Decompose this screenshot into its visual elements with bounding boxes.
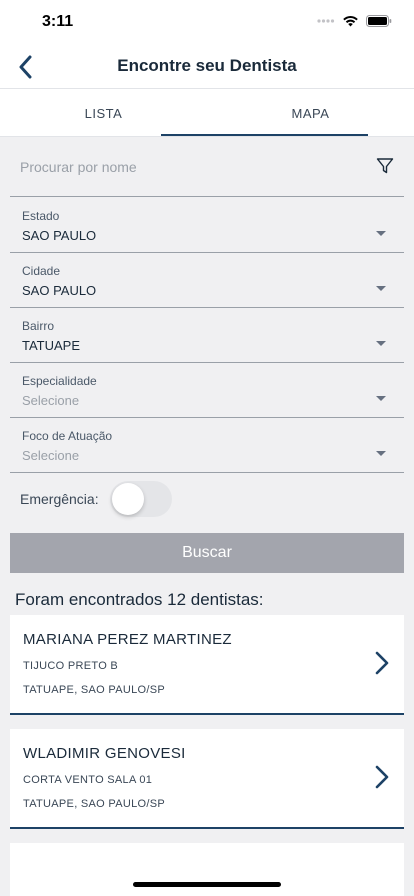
emergency-label: Emergência: xyxy=(20,491,99,507)
tab-mapa[interactable]: MAPA xyxy=(207,89,414,137)
foco-atuacao-select[interactable]: Foco de Atuação Selecione xyxy=(10,418,404,473)
dentist-address: CORTA VENTO SALA 01 xyxy=(23,774,153,786)
dentist-card[interactable]: MARIANA PEREZ MARTINEZ TIJUCO PRETO B TA… xyxy=(10,615,404,715)
status-time: 3:11 xyxy=(42,13,74,30)
bairro-value: TATUAPE xyxy=(22,338,81,353)
dentist-location: TATUAPE, SAO PAULO/SP xyxy=(23,798,166,810)
view-tabs: LISTA MAPA xyxy=(0,88,414,137)
tab-lista[interactable]: LISTA xyxy=(0,89,207,137)
name-search-input[interactable] xyxy=(20,156,360,178)
dentist-card[interactable]: WLADIMIR GENOVESI CORTA VENTO SALA 01 TA… xyxy=(10,729,404,829)
dropdown-arrow-icon xyxy=(376,451,386,456)
emergency-row: Emergência: xyxy=(10,478,404,518)
chevron-right-icon xyxy=(375,651,389,675)
cidade-select[interactable]: Cidade SAO PAULO xyxy=(10,253,404,308)
bairro-label: Bairro xyxy=(22,319,55,333)
active-tab-indicator xyxy=(161,134,368,136)
navigation-bar: Encontre seu Dentista xyxy=(0,46,414,88)
estado-value: SAO PAULO xyxy=(22,228,97,243)
search-button[interactable]: Buscar xyxy=(10,533,404,573)
especialidade-select[interactable]: Especialidade Selecione xyxy=(10,363,404,418)
dropdown-arrow-icon xyxy=(376,286,386,291)
foco-atuacao-value: Selecione xyxy=(22,448,80,463)
page-title: Encontre seu Dentista xyxy=(117,56,297,75)
cidade-label: Cidade xyxy=(22,264,61,278)
bairro-select[interactable]: Bairro TATUAPE xyxy=(10,308,404,363)
status-indicators xyxy=(317,15,392,27)
wifi-icon xyxy=(343,16,358,27)
chevron-right-icon xyxy=(375,765,389,789)
dropdown-arrow-icon xyxy=(376,396,386,401)
name-search-row xyxy=(10,138,404,197)
estado-select[interactable]: Estado SAO PAULO xyxy=(10,198,404,253)
estado-label: Estado xyxy=(22,209,60,223)
dentist-name: WLADIMIR GENOVESI xyxy=(23,745,186,762)
foco-atuacao-label: Foco de Atuação xyxy=(22,429,113,443)
dentist-card-partial[interactable] xyxy=(10,843,404,896)
home-indicator xyxy=(133,882,281,887)
dentist-location: TATUAPE, SAO PAULO/SP xyxy=(23,684,166,696)
dropdown-arrow-icon xyxy=(376,231,386,236)
search-form: Estado SAO PAULO Cidade SAO PAULO Bairro… xyxy=(10,138,404,530)
emergency-toggle[interactable] xyxy=(110,481,172,517)
especialidade-label: Especialidade xyxy=(22,374,97,388)
results-summary: Foram encontrados 12 dentistas: xyxy=(15,590,264,609)
battery-icon xyxy=(366,15,392,27)
dentist-name: MARIANA PEREZ MARTINEZ xyxy=(23,631,232,648)
dropdown-arrow-icon xyxy=(376,341,386,346)
status-bar: 3:11 xyxy=(0,0,414,46)
signal-icon xyxy=(317,19,335,23)
toggle-knob xyxy=(112,483,144,515)
filter-icon[interactable] xyxy=(376,157,394,175)
dentist-address: TIJUCO PRETO B xyxy=(23,660,119,672)
cidade-value: SAO PAULO xyxy=(22,283,97,298)
especialidade-value: Selecione xyxy=(22,393,80,408)
